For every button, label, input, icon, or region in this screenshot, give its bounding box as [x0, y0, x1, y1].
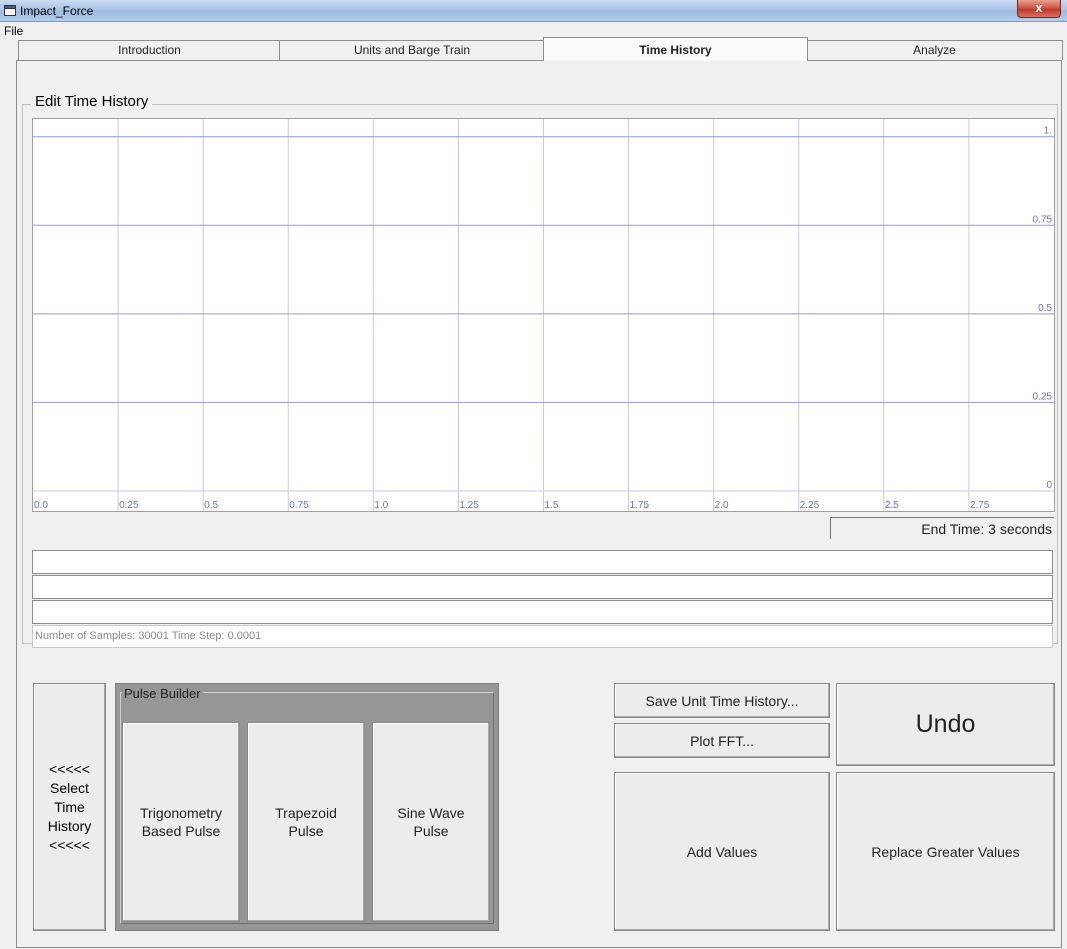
x-tick-label: 2.0	[715, 500, 729, 511]
select-label: History	[47, 817, 92, 834]
x-tick-label: 2.75	[970, 500, 990, 511]
tab-units-and-barge-train[interactable]: Units and Barge Train	[279, 40, 545, 60]
select-label: Select	[50, 779, 89, 796]
plot-canvas[interactable]: 0.0 0.25 0.5 0.75 1.0 1.25 1.5 1.75 2.0 2.25 2.5 2.…	[33, 119, 1054, 511]
button-label: Pulse	[288, 823, 324, 839]
button-label: Trapezoid	[275, 805, 337, 821]
text-row-1[interactable]	[32, 550, 1053, 574]
add-values-button[interactable]: Add Values	[614, 772, 830, 931]
window-icon	[4, 5, 16, 16]
x-tick-label: 1.0	[374, 500, 388, 511]
menu-bar: File	[0, 22, 1067, 40]
x-tick-label: 2.25	[800, 500, 820, 511]
window-title: Impact_Force	[20, 4, 94, 18]
button-label: Based Pulse	[141, 823, 221, 839]
save-unit-time-history-button[interactable]: Save Unit Time History...	[614, 683, 830, 718]
button-label: Sine Wave	[397, 805, 465, 821]
plot-fft-button[interactable]: Plot FFT...	[614, 723, 830, 758]
x-tick-label: 1.75	[630, 500, 650, 511]
title-bar[interactable]: Impact_Force x	[0, 0, 1067, 22]
sample-info-text: Number of Samples: 30001 Time Step: 0.00…	[32, 625, 1053, 648]
select-label: Time	[54, 798, 85, 815]
trapezoid-pulse-button[interactable]: Trapezoid Pulse	[247, 722, 365, 922]
tab-time-history[interactable]: Time History	[543, 37, 808, 61]
close-icon: x	[1035, 0, 1043, 15]
time-history-plot[interactable]: 0.0 0.25 0.5 0.75 1.0 1.25 1.5 1.75 2.0 2.25 2.5 2.…	[32, 118, 1055, 512]
y-tick-label: 1.	[1044, 126, 1052, 137]
menu-file[interactable]: File	[4, 24, 23, 38]
x-tick-label: 1.5	[545, 500, 559, 511]
x-tick-label: 1.25	[459, 500, 479, 511]
close-button[interactable]: x	[1017, 0, 1061, 18]
y-tick-label: 0	[1046, 480, 1052, 491]
x-tick-label: 0.5	[204, 500, 218, 511]
y-tick-label: 0.75	[1033, 214, 1053, 225]
button-label: Trigonometry	[140, 805, 222, 821]
trigonometry-pulse-button[interactable]: Trigonometry Based Pulse	[122, 722, 240, 922]
pulse-builder-title: Pulse Builder	[122, 686, 203, 701]
sine-wave-pulse-button[interactable]: Sine Wave Pulse	[372, 722, 490, 922]
tab-analyze[interactable]: Analyze	[806, 40, 1063, 60]
y-tick-label: 0.25	[1033, 391, 1053, 402]
tab-introduction[interactable]: Introduction	[18, 40, 281, 60]
y-tick-label: 0.5	[1038, 303, 1052, 314]
end-time-label: End Time: 3 seconds	[830, 517, 1054, 539]
replace-greater-values-button[interactable]: Replace Greater Values	[836, 772, 1055, 931]
text-row-2[interactable]	[32, 575, 1053, 599]
x-tick-label: 0.25	[119, 500, 139, 511]
select-arrows-top: <<<<<	[49, 760, 90, 777]
button-label: Pulse	[413, 823, 449, 839]
select-arrows-bottom: <<<<<	[49, 836, 90, 853]
text-row-3[interactable]	[32, 600, 1053, 624]
select-time-history-button[interactable]: <<<<< Select Time History <<<<<	[33, 683, 106, 931]
undo-button[interactable]: Undo	[836, 683, 1055, 766]
group-title: Edit Time History	[31, 93, 153, 110]
x-tick-label: 2.5	[885, 500, 899, 511]
x-tick-label: 0.0	[34, 500, 48, 511]
x-tick-label: 0.75	[289, 500, 309, 511]
